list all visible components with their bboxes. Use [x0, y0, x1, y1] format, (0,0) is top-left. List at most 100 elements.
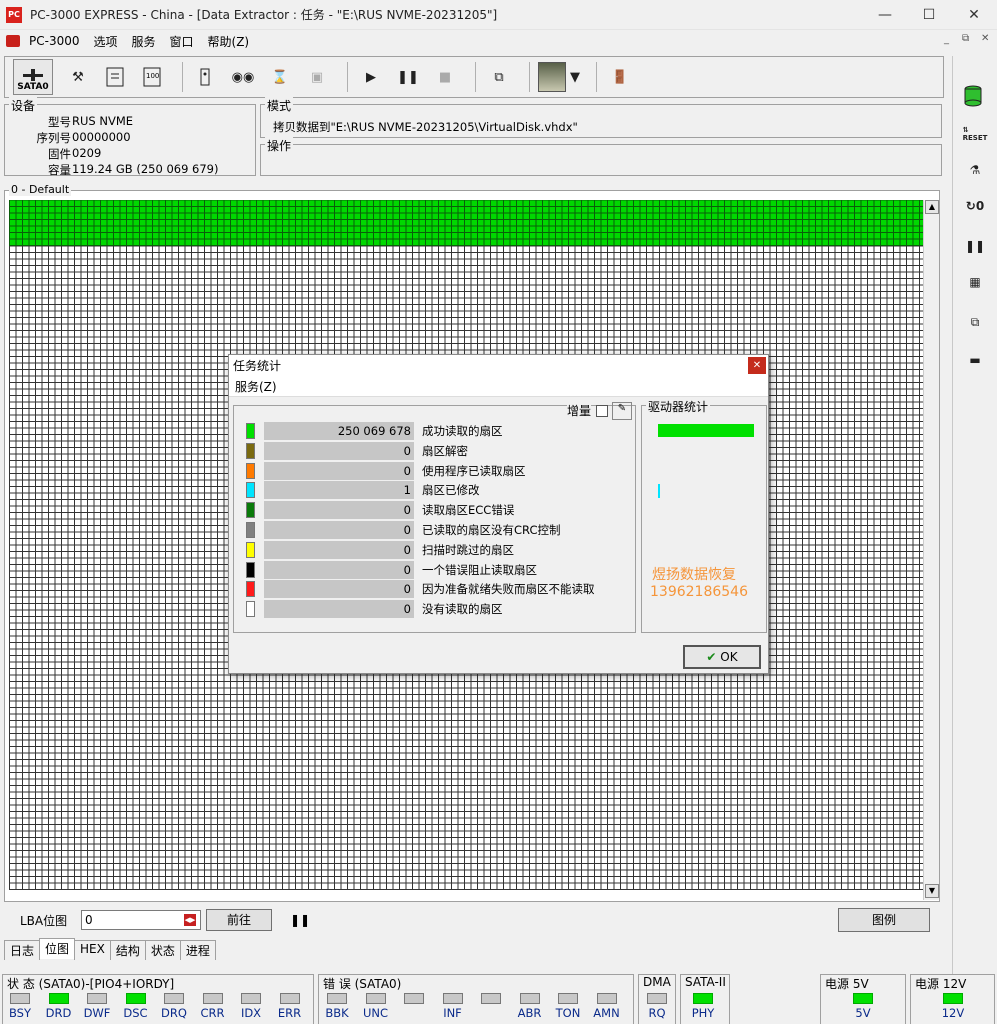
- sector-map-icon[interactable]: ▦: [961, 268, 989, 296]
- tab-structure[interactable]: 结构: [109, 940, 146, 960]
- stop-icon: ■: [438, 69, 452, 85]
- dma-title: DMA: [643, 975, 671, 989]
- status-led: [202, 993, 223, 1004]
- menu-help[interactable]: 帮助(Z): [201, 33, 257, 50]
- status-led: [10, 993, 30, 1004]
- reset-icon[interactable]: ⇅ RESET: [961, 120, 989, 148]
- status-led-label: TON: [555, 1006, 581, 1020]
- tab-status[interactable]: 状态: [144, 940, 181, 960]
- stat-label: 扇区已修改: [422, 483, 480, 498]
- stat-label: 读取扇区ECC错误: [422, 503, 515, 518]
- stat-row: 0 使用程序已读取扇区: [246, 461, 636, 480]
- power-connector-icon[interactable]: ⚗: [961, 156, 989, 184]
- error-led-group: 错 误 (SATA0) BBK UNC INF ABR TON AMN: [318, 974, 634, 1024]
- tab-process[interactable]: 进程: [179, 940, 216, 960]
- passport-icon[interactable]: [100, 62, 130, 92]
- stat-value: 0: [264, 441, 414, 460]
- hourglass-icon[interactable]: ⌛: [265, 62, 295, 92]
- scroll-down-icon[interactable]: ▼: [925, 884, 939, 898]
- image-preview-icon[interactable]: [538, 62, 566, 92]
- exit-icon[interactable]: 🚪: [605, 62, 635, 92]
- close-button[interactable]: ✕: [951, 0, 997, 30]
- bitmap-scrollbar[interactable]: ▲ ▼: [923, 200, 939, 900]
- dialog-title: 任务统计: [229, 355, 768, 377]
- tab-log[interactable]: 日志: [4, 940, 41, 960]
- status-led-label: DRD: [45, 1006, 72, 1020]
- brush-icon[interactable]: ✎: [612, 402, 632, 420]
- tab-bitmap[interactable]: 位图: [39, 938, 76, 959]
- stat-color-swatch: [246, 442, 255, 459]
- increment-label: 增量: [567, 402, 592, 419]
- device-panel: 设备 型号 RUS NVME 序列号 00000000 固件 0209 容量 1…: [4, 97, 256, 177]
- sata-side-icon[interactable]: ▬: [961, 346, 989, 374]
- zero-fill-icon[interactable]: ↻0: [961, 192, 989, 220]
- menu-window[interactable]: 窗口: [163, 33, 201, 50]
- stat-label: 扇区解密: [422, 443, 468, 458]
- mdi-minimize-icon[interactable]: _: [944, 34, 949, 45]
- legend-button[interactable]: 图例: [838, 908, 930, 932]
- sata-led-group: SATA-II PHY: [680, 974, 730, 1024]
- status-bar: 状 态 (SATA0)-[PIO4+IORDY] BSY DRD DWF DSC DRQ…: [0, 974, 997, 1024]
- stat-color-swatch: [246, 601, 255, 618]
- menu-options[interactable]: 选项: [86, 33, 124, 50]
- database-green-icon[interactable]: [961, 82, 989, 110]
- sata-port-button[interactable]: SATA0: [13, 59, 53, 95]
- pause-icon[interactable]: ❚❚: [393, 62, 423, 92]
- copy-close-icon[interactable]: ⧉: [961, 308, 989, 336]
- menu-service[interactable]: 服务: [125, 33, 163, 50]
- stat-color-swatch: [246, 462, 255, 479]
- menu-bar: PC-3000 选项 服务 窗口 帮助(Z) _ ⧉ ✕: [0, 30, 997, 52]
- stat-label: 没有读取的扇区: [422, 602, 503, 617]
- power5-title: 电源 5V: [825, 975, 869, 992]
- maximize-button[interactable]: ☐: [906, 0, 952, 30]
- side-toolbar: ⇅ RESET ⚗ ↻0 ❚❚ ▦ ⧉ ▬: [952, 56, 997, 976]
- stat-label: 成功读取的扇区: [422, 424, 503, 438]
- go-button[interactable]: 前往: [206, 909, 272, 931]
- tab-hex[interactable]: HEX: [74, 940, 111, 960]
- toolbar: SATA0 ⚒ 100 ◉◉ ⌛ ▣ ▶ ❚❚ ■ ⧉ ▼ 🚪: [4, 56, 944, 98]
- side-pause-icon[interactable]: ❚❚: [961, 232, 989, 260]
- stat-value: 0: [264, 580, 414, 599]
- stat-label: 因为准备就绪失败而扇区不能读取: [422, 582, 595, 597]
- stat-row: 0 因为准备就绪失败而扇区不能读取: [246, 580, 636, 599]
- capacity-label: 容量: [48, 163, 71, 177]
- stat-color-swatch: [246, 482, 255, 499]
- percent-100-icon[interactable]: 100: [137, 62, 167, 92]
- stat-value: 1: [264, 481, 414, 500]
- stat-value: 0: [264, 540, 414, 559]
- binoculars-icon[interactable]: ◉◉: [228, 62, 258, 92]
- stat-row: 0 扫描时跳过的扇区: [246, 540, 636, 559]
- status-led-label: DSC: [123, 1006, 148, 1020]
- operation-panel: 操作: [260, 137, 942, 176]
- tools-icon[interactable]: ⚒: [63, 62, 93, 92]
- mdi-restore-icon[interactable]: ⧉: [962, 33, 969, 44]
- mode-title: 模式: [265, 97, 294, 114]
- stat-label: 使用程序已读取扇区: [422, 463, 526, 478]
- scroll-up-icon[interactable]: ▲: [925, 200, 939, 214]
- lba-spin-icon[interactable]: ◀▶: [184, 914, 196, 926]
- lba-input[interactable]: [81, 910, 201, 930]
- state-led-group: 状 态 (SATA0)-[PIO4+IORDY] BSY DRD DWF DSC DRQ…: [2, 974, 314, 1024]
- stat-value: 0: [264, 461, 414, 480]
- play-icon[interactable]: ▶: [356, 62, 386, 92]
- stat-row: 0 读取扇区ECC错误: [246, 501, 636, 520]
- ok-button[interactable]: ✔ OK: [683, 645, 761, 669]
- firmware-value: 0209: [72, 146, 102, 160]
- mdi-close-icon[interactable]: ✕: [981, 33, 989, 44]
- minimize-button[interactable]: —: [862, 0, 908, 30]
- dialog-menu-service[interactable]: 服务(Z): [229, 377, 768, 397]
- stat-value: 0: [264, 501, 414, 520]
- stat-row: 250 069 678 成功读取的扇区: [246, 422, 636, 440]
- menu-pc3000[interactable]: PC-3000: [22, 34, 86, 48]
- windows-icon[interactable]: ⧉: [484, 62, 514, 92]
- read-sectors-grid[interactable]: [9, 200, 923, 246]
- drive-info-icon[interactable]: [191, 62, 221, 92]
- increment-checkbox[interactable]: [596, 405, 608, 417]
- pc3000-menu-icon: [6, 35, 20, 47]
- state-title: 状 态 (SATA0)-[PIO4+IORDY]: [7, 975, 175, 992]
- stat-value: 0: [264, 600, 414, 619]
- pause-bitmap-icon[interactable]: ❚❚: [290, 913, 310, 927]
- dialog-close-icon[interactable]: ✕: [748, 357, 766, 374]
- status-led: [164, 993, 184, 1004]
- dropdown-arrow-icon[interactable]: ▼: [569, 62, 581, 92]
